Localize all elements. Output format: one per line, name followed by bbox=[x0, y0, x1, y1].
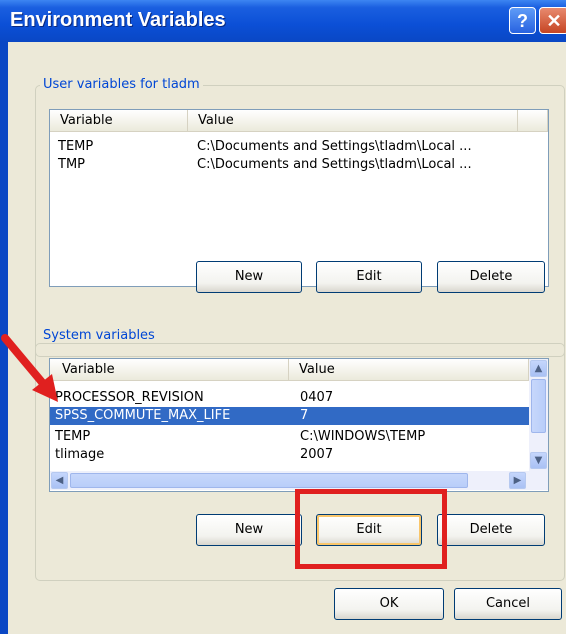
dialog-body: User variables for tladm Variable Value … bbox=[8, 42, 566, 634]
variable-name: TEMP bbox=[58, 139, 94, 154]
variable-value: 2007 bbox=[300, 447, 334, 462]
horizontal-scrollbar[interactable]: ◀ ▶ bbox=[50, 471, 548, 490]
scroll-thumb[interactable] bbox=[70, 473, 468, 488]
list-item[interactable]: tlimage 2007 bbox=[50, 446, 529, 464]
column-header-variable[interactable]: Variable bbox=[50, 359, 289, 381]
system-variables-list[interactable]: Variable Value PROCESSOR_REVISION 0407 S… bbox=[49, 358, 549, 492]
user-delete-button[interactable]: Delete bbox=[437, 261, 545, 293]
vertical-scrollbar[interactable]: ▲ ▼ bbox=[529, 359, 548, 471]
list-item[interactable]: TMP C:\Documents and Settings\tladm\Loca… bbox=[50, 156, 548, 174]
system-delete-button[interactable]: Delete bbox=[437, 514, 545, 546]
variable-name: TEMP bbox=[55, 429, 91, 444]
list-item[interactable]: TEMP C:\Documents and Settings\tladm\Loc… bbox=[50, 138, 548, 156]
title-bar[interactable]: Environment Variables ? ✕ bbox=[0, 0, 566, 42]
help-button[interactable]: ? bbox=[509, 7, 536, 34]
list-item-selected[interactable]: SPSS_COMMUTE_MAX_LIFE 7 bbox=[50, 407, 529, 425]
cancel-button[interactable]: Cancel bbox=[454, 588, 562, 620]
list-item[interactable]: TEMP C:\WINDOWS\TEMP bbox=[50, 428, 529, 446]
column-header-filler bbox=[518, 110, 548, 132]
list-item[interactable]: PROCESSOR_REVISION 0407 bbox=[50, 389, 529, 407]
scroll-up-icon[interactable]: ▲ bbox=[530, 360, 547, 377]
close-button[interactable]: ✕ bbox=[539, 7, 566, 34]
highlight-box bbox=[295, 489, 447, 569]
variable-value: C:\Documents and Settings\tladm\Local ..… bbox=[197, 139, 472, 154]
variable-value: C:\Documents and Settings\tladm\Local ..… bbox=[197, 157, 472, 172]
ok-button[interactable]: OK bbox=[334, 588, 444, 620]
scroll-left-icon[interactable]: ◀ bbox=[51, 472, 68, 489]
scroll-thumb[interactable] bbox=[531, 379, 546, 433]
annotation-arrow-icon bbox=[1, 334, 58, 402]
column-header-value[interactable]: Value bbox=[289, 359, 529, 381]
user-variables-label: User variables for tladm bbox=[40, 77, 203, 92]
scroll-right-icon[interactable]: ▶ bbox=[509, 472, 526, 489]
environment-variables-dialog: Environment Variables ? ✕ User variables… bbox=[0, 0, 566, 634]
variable-value: 0407 bbox=[300, 390, 334, 405]
variable-name: SPSS_COMMUTE_MAX_LIFE bbox=[55, 408, 231, 423]
window-title: Environment Variables bbox=[10, 9, 226, 31]
variable-name: PROCESSOR_REVISION bbox=[55, 390, 204, 405]
variable-name: TMP bbox=[58, 157, 85, 172]
system-new-button[interactable]: New bbox=[196, 514, 302, 546]
user-new-button[interactable]: New bbox=[196, 261, 302, 293]
column-header-variable[interactable]: Variable bbox=[50, 110, 188, 132]
user-edit-button[interactable]: Edit bbox=[316, 261, 422, 293]
variable-name: tlimage bbox=[55, 447, 105, 462]
scroll-down-icon[interactable]: ▼ bbox=[530, 452, 547, 469]
column-header-value[interactable]: Value bbox=[188, 110, 518, 132]
variable-value: 7 bbox=[300, 408, 309, 423]
variable-value: C:\WINDOWS\TEMP bbox=[300, 429, 426, 444]
